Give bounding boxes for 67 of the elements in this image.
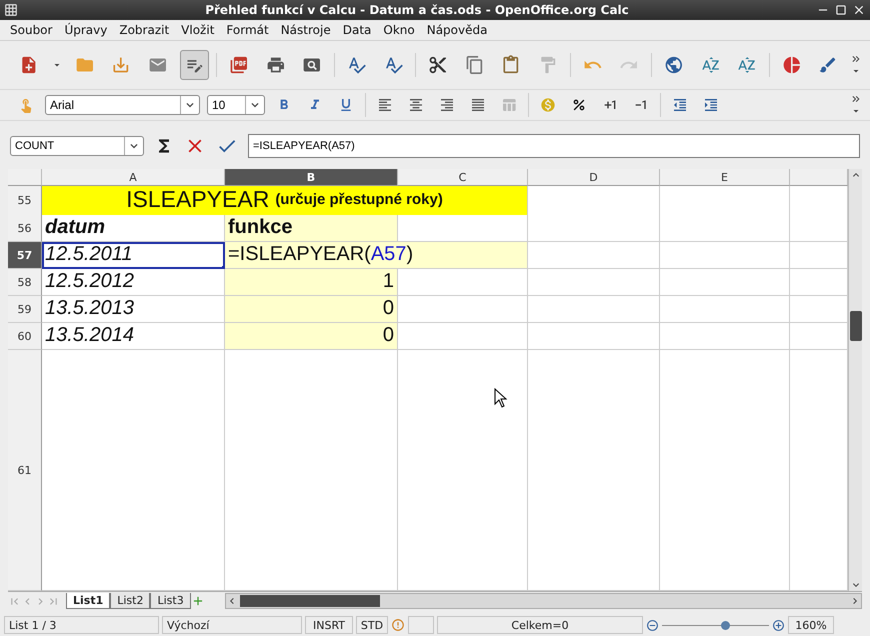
table-cell: 0: [225, 323, 398, 350]
zoom-level: 160%: [788, 616, 834, 634]
sheet-tab[interactable]: List1: [66, 593, 110, 609]
table-cell: [790, 215, 848, 242]
table-cell: funkce: [225, 215, 398, 242]
edit-icon[interactable]: [180, 50, 210, 80]
name-box[interactable]: COUNT: [10, 136, 144, 156]
table-cell: 12.5.2012: [42, 269, 225, 296]
formula-cell[interactable]: =ISLEAPYEAR(A57): [225, 242, 528, 269]
mouse-pointer-icon: [494, 388, 508, 408]
page-style: Výchozí: [162, 616, 302, 634]
table-cell: [790, 323, 848, 350]
scroll-thumb[interactable]: [850, 311, 862, 341]
table-cell: 13.5.2014: [42, 323, 225, 350]
row-header[interactable]: 61: [8, 350, 42, 591]
sum-indicator: Celkem=0: [437, 616, 643, 634]
font-size-field[interactable]: 10: [207, 95, 265, 115]
spreadsheet-icon: [4, 3, 18, 17]
table-cell: datum: [42, 215, 225, 242]
zoom-thumb[interactable]: [721, 620, 730, 630]
selection-mode: STD: [356, 616, 388, 634]
zoom-out-icon: [646, 618, 659, 632]
table-cell: 0: [225, 296, 398, 323]
menu-item[interactable]: Data: [336, 23, 378, 37]
menu-item[interactable]: Soubor: [4, 23, 58, 37]
insert-mode: INSRT: [305, 616, 353, 634]
overflow-icon: [850, 93, 862, 105]
table-cell: 13.5.2013: [42, 296, 225, 323]
maximize-icon: [834, 3, 848, 17]
row-header[interactable]: 58: [8, 269, 42, 296]
menu-item[interactable]: Formát: [220, 23, 275, 37]
menu-item[interactable]: Zobrazit: [113, 23, 176, 37]
sheet-tab[interactable]: List2: [110, 593, 150, 609]
vertical-scrollbar[interactable]: [848, 169, 862, 591]
menu-item[interactable]: Nástroje: [274, 23, 337, 37]
column-header[interactable]: C: [398, 169, 528, 186]
overflow-icon: [850, 53, 862, 65]
row-header[interactable]: 59: [8, 296, 42, 323]
zoom-in-icon: [772, 618, 785, 632]
column-header[interactable]: E: [660, 169, 790, 186]
close-icon: [852, 3, 866, 17]
table-cell: 12.5.2011: [42, 242, 225, 269]
formula-input[interactable]: =ISLEAPYEAR(A57): [248, 134, 860, 158]
menu-item[interactable]: Nápověda: [420, 23, 494, 37]
status-field: [408, 616, 434, 634]
table-cell: [790, 296, 848, 323]
document-modified-icon: [391, 618, 405, 632]
window-title: Přehled funkcí v Calcu - Datum a čas.ods - OpenOffice.org Calc: [204, 3, 630, 17]
row-header[interactable]: 60: [8, 323, 42, 350]
table-cell: [790, 269, 848, 296]
row-header[interactable]: 57: [8, 242, 42, 269]
table-cell: ISLEAPYEAR (určuje přestupné roky): [42, 186, 528, 216]
column-header[interactable]: B: [225, 169, 398, 186]
row-header[interactable]: 55: [8, 186, 42, 216]
menu-item[interactable]: Okno: [377, 23, 421, 37]
table-cell: [790, 242, 848, 269]
menu-item[interactable]: Vložit: [175, 23, 220, 37]
horizontal-scrollbar[interactable]: [224, 593, 862, 609]
sheet-indicator: List 1 / 3: [4, 616, 159, 634]
column-header[interactable]: D: [528, 169, 660, 186]
table-cell: 1: [225, 269, 398, 296]
scroll-thumb[interactable]: [240, 595, 380, 607]
font-name-field[interactable]: Arial: [45, 95, 200, 115]
sheet-tab[interactable]: List3: [150, 593, 191, 609]
column-header[interactable]: A: [42, 169, 225, 186]
row-header[interactable]: 56: [8, 215, 42, 242]
menu-item[interactable]: Úpravy: [58, 23, 114, 37]
